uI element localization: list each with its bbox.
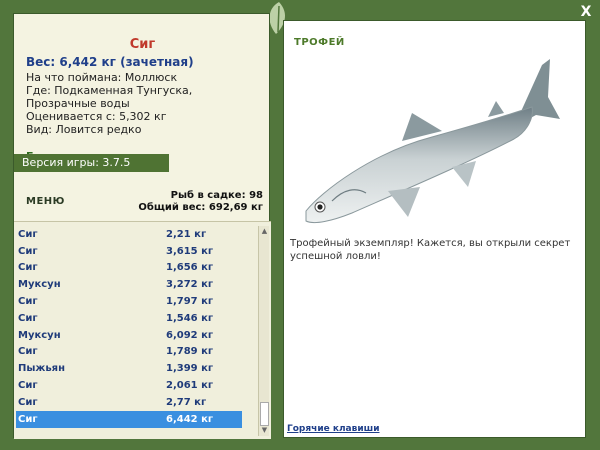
list-item[interactable]: Пыжьян 1,399 кг <box>16 360 242 377</box>
version-bar: Версия игры: 3.7.5 <box>14 154 169 172</box>
list-item[interactable]: Муксун 6,092 кг <box>16 327 242 344</box>
fish-name: Пыжьян <box>18 363 66 375</box>
dialog-frame: X Сиг Вес: 6,442 кг (зачетная) На что по… <box>0 0 600 450</box>
scroll-up-icon[interactable]: ▲ <box>259 226 270 237</box>
keepnet-stats: Рыб в садке: 98 Общий вес: 692,69 кг <box>138 190 263 214</box>
fish-name: Сиг <box>18 245 38 257</box>
fish-weight-value: 1,797 кг <box>166 296 214 308</box>
whitefish-image <box>305 59 560 224</box>
list-item[interactable]: Сиг 1,789 кг <box>16 344 242 361</box>
fish-name: Сиг <box>18 228 38 240</box>
close-button[interactable]: X <box>578 4 594 20</box>
hotkeys-link[interactable]: Горячие клавиши <box>287 424 380 434</box>
trophy-message: Трофейный экземпляр! Кажется, вы открыли… <box>290 238 571 262</box>
list-item[interactable]: Сиг 1,656 кг <box>16 260 242 277</box>
list-scrollbar[interactable]: ▲ ▼ <box>258 226 269 436</box>
fish-weight-value: 3,615 кг <box>166 245 214 257</box>
fish-name: Сиг <box>18 346 38 358</box>
fish-name: Муксун <box>18 329 61 341</box>
list-item[interactable]: Муксун 3,272 кг <box>16 276 242 293</box>
keepnet-list: Сиг 2,21 кг Сиг 3,615 кг Сиг 1,656 кг Муксун 3,… <box>14 221 271 439</box>
catch-kind: Вид: Ловится редко <box>26 123 142 136</box>
scroll-down-icon[interactable]: ▼ <box>259 425 270 436</box>
fish-weight-value: 2,77 кг <box>166 396 207 408</box>
catch-bait: На что поймана: Моллюск <box>26 71 178 84</box>
list-item[interactable]: Сиг 3,615 кг <box>16 243 242 260</box>
fish-weight-value: 1,789 кг <box>166 346 214 358</box>
catch-details: На что поймана: Моллюск Где: Подкаменная… <box>26 71 266 136</box>
list-item[interactable]: Сиг 6,442 кг <box>16 410 242 428</box>
list-item[interactable]: Сиг 2,77 кг <box>16 394 242 411</box>
menu-button[interactable]: МЕНЮ <box>26 196 65 207</box>
catch-info-panel: Сиг Вес: 6,442 кг (зачетная) На что пойм… <box>13 13 271 439</box>
fish-name: Сиг <box>18 312 38 324</box>
list-item[interactable]: Сиг 2,21 кг <box>16 226 242 243</box>
catch-location: Где: Подкаменная Тунгуска, Прозрачные во… <box>26 84 193 110</box>
fish-name: Сиг <box>18 296 38 308</box>
fish-weight-value: 6,442 кг <box>166 413 214 425</box>
fish-name: Сиг <box>18 380 38 392</box>
fish-weight-value: 3,272 кг <box>166 279 214 291</box>
fish-weight-value: 2,21 кг <box>166 228 207 240</box>
fish-name: Сиг <box>18 396 38 408</box>
fish-weight: Вес: 6,442 кг (зачетная) <box>26 55 194 69</box>
list-item[interactable]: Сиг 1,797 кг <box>16 293 242 310</box>
fish-name: Муксун <box>18 279 61 291</box>
fish-weight-value: 1,656 кг <box>166 262 214 274</box>
fish-weight-value: 6,092 кг <box>166 329 214 341</box>
scroll-thumb[interactable] <box>260 402 269 426</box>
fish-name: Сиг <box>18 413 38 425</box>
fish-weight-value: 1,399 кг <box>166 363 214 375</box>
trophy-panel: ТРОФЕЙ Трофейный экземпляр! Кажется, вы … <box>283 20 586 438</box>
list-item[interactable]: Сиг 2,061 кг <box>16 377 242 394</box>
catch-estimate: Оценивается с: 5,302 кг <box>26 110 167 123</box>
fish-title: Сиг <box>129 37 156 52</box>
list-item[interactable]: Сиг 1,546 кг <box>16 310 242 327</box>
fish-weight-value: 2,061 кг <box>166 380 214 392</box>
fish-count: Рыб в садке: 98 <box>170 190 263 201</box>
total-weight: Общий вес: 692,69 кг <box>138 202 263 213</box>
fish-name: Сиг <box>18 262 38 274</box>
fish-weight-value: 1,546 кг <box>166 312 214 324</box>
keepnet-rows: Сиг 2,21 кг Сиг 3,615 кг Сиг 1,656 кг Муксун 3,… <box>16 226 242 428</box>
